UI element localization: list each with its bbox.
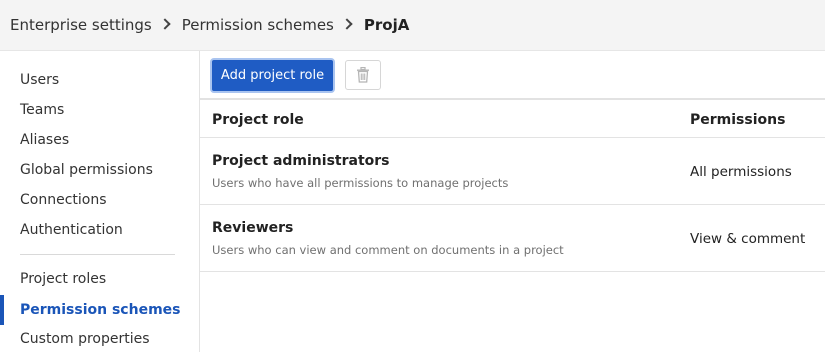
sidebar-item-users[interactable]: Users [0, 65, 199, 95]
sidebar-item-connections[interactable]: Connections [0, 185, 199, 215]
sidebar-item-label: Aliases [20, 132, 70, 148]
chevron-right-icon [159, 18, 171, 30]
sidebar-item-label: Users [20, 72, 60, 88]
row-permissions: View & comment [690, 231, 806, 247]
toolbar: Add project role [200, 51, 825, 100]
table-row[interactable]: Reviewers Users who can view and comment… [200, 205, 825, 272]
sidebar-item-label: Authentication [20, 222, 123, 238]
row-description: Users who have all permissions to manage… [212, 176, 509, 190]
column-header-project-role[interactable]: Project role [212, 112, 304, 128]
breadcrumb-enterprise-settings[interactable]: Enterprise settings [10, 16, 152, 34]
sidebar-item-permission-schemes[interactable]: Permission schemes [0, 295, 199, 325]
delete-button[interactable] [345, 60, 381, 90]
sidebar-item-global-permissions[interactable]: Global permissions [0, 155, 199, 185]
sidebar-item-teams[interactable]: Teams [0, 95, 199, 125]
breadcrumb-permission-schemes[interactable]: Permission schemes [182, 16, 334, 34]
sidebar: Users Teams Aliases Global permissions C… [0, 51, 200, 352]
row-title: Reviewers [212, 220, 294, 236]
sidebar-item-aliases[interactable]: Aliases [0, 125, 199, 155]
row-description: Users who can view and comment on docume… [212, 243, 564, 257]
table-row[interactable]: Project administrators Users who have al… [200, 138, 825, 205]
row-permissions: All permissions [690, 164, 792, 180]
main-content: Add project role Project role Permission… [200, 51, 825, 352]
chevron-right-icon [341, 18, 353, 30]
trash-icon [357, 67, 369, 83]
breadcrumb: Enterprise settings Permission schemes P… [0, 0, 825, 51]
sidebar-item-label: Connections [20, 192, 107, 208]
sidebar-item-authentication[interactable]: Authentication [0, 215, 199, 245]
column-header-permissions[interactable]: Permissions [690, 112, 785, 128]
sidebar-item-label: Project roles [20, 271, 107, 287]
page-title: ProjA [363, 16, 410, 34]
sidebar-item-label: Teams [20, 102, 65, 118]
sidebar-item-project-roles[interactable]: Project roles [0, 264, 199, 294]
sidebar-item-label: Custom properties [20, 331, 150, 347]
sidebar-item-custom-properties[interactable]: Custom properties [0, 324, 199, 352]
add-project-role-button[interactable]: Add project role [210, 58, 335, 93]
row-title: Project administrators [212, 153, 390, 169]
sidebar-item-label: Global permissions [20, 162, 153, 178]
sidebar-item-label: Permission schemes [20, 302, 181, 318]
sidebar-divider [20, 254, 175, 255]
table-header: Project role Permissions [200, 102, 825, 138]
